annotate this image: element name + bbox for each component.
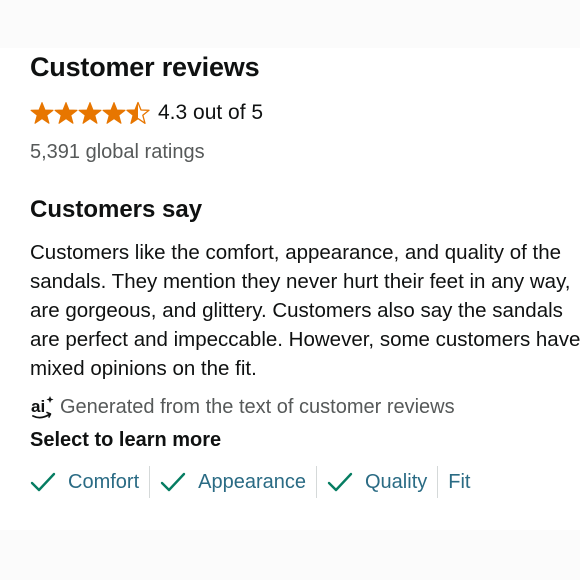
reviews-title: Customer reviews <box>30 52 260 82</box>
check-icon <box>327 472 353 492</box>
check-icon <box>160 472 186 492</box>
aspect-chip-quality[interactable]: Quality <box>327 466 439 498</box>
global-ratings-count[interactable]: 5,391 global ratings <box>30 141 205 164</box>
customers-say-title: Customers say <box>30 196 203 223</box>
rating-row: 4.3 out of 5 <box>30 98 263 128</box>
ai-icon-text: ai <box>31 397 45 416</box>
aspect-label: Fit <box>448 470 471 493</box>
star-icon-full <box>78 102 102 124</box>
star-rating[interactable] <box>30 101 150 125</box>
aspect-chips: Comfort Appearance Quality Fit <box>30 466 490 498</box>
review-summary-text: Customers like the comfort, appearance, … <box>30 241 580 380</box>
aspect-label: Comfort <box>68 470 140 493</box>
star-icon-full <box>102 102 126 124</box>
generated-note-text: Generated from the text of customer revi… <box>60 395 455 418</box>
ai-generated-note: ai Generated from the text of customer r… <box>30 392 455 422</box>
star-icon-half <box>126 101 150 124</box>
aspect-label: Quality <box>365 470 428 493</box>
customer-reviews-card: Customer reviews 4.3 out of 5 5,391 glob… <box>0 48 580 530</box>
star-icon-full <box>54 102 78 124</box>
select-to-learn-label: Select to learn more <box>30 429 222 451</box>
ai-icon: ai <box>31 396 54 419</box>
aspect-label: Appearance <box>198 470 306 493</box>
check-icon <box>30 472 56 492</box>
star-icon-full <box>30 102 54 124</box>
rating-text[interactable]: 4.3 out of 5 <box>158 101 263 125</box>
aspect-chip-appearance[interactable]: Appearance <box>160 466 317 498</box>
aspect-chip-fit[interactable]: Fit <box>448 466 480 498</box>
aspect-chip-comfort[interactable]: Comfort <box>30 466 151 498</box>
